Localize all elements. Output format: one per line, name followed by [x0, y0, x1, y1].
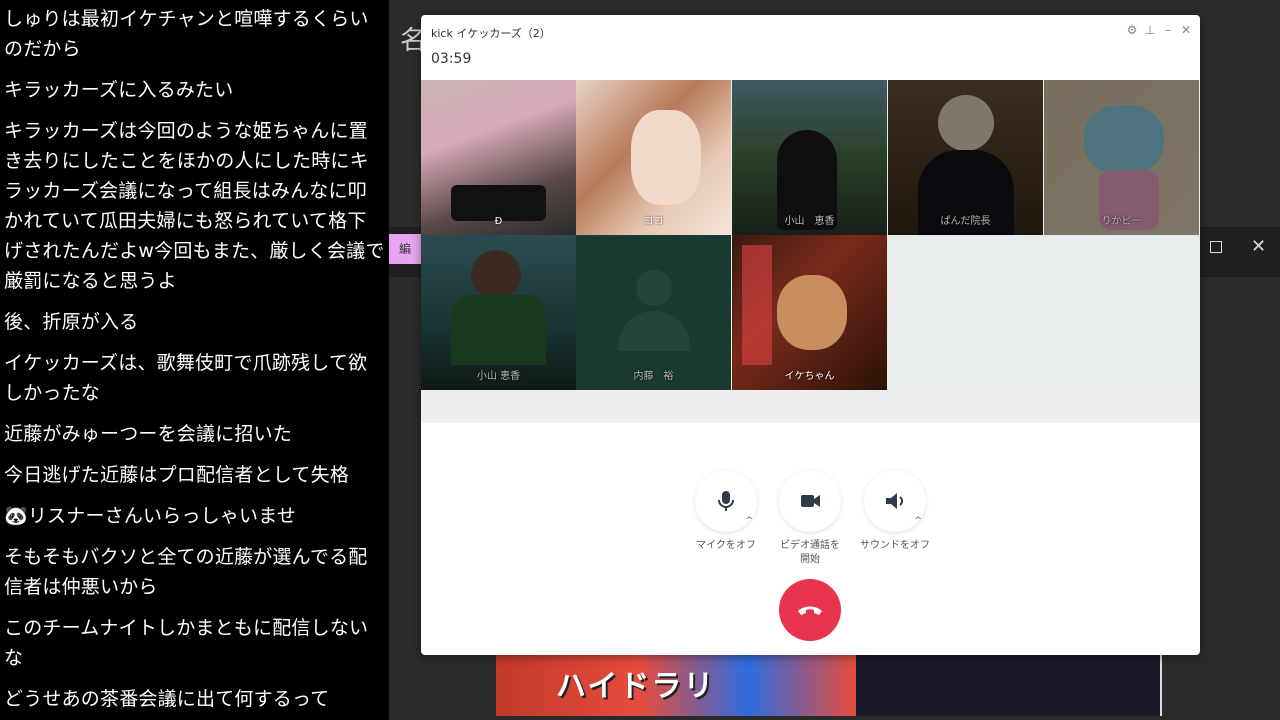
chat-message: キラッカーズに入るみたい — [4, 79, 234, 101]
call-header: kick イケッカーズ（2） 03:59 ⚙ ⊥ – ✕ — [421, 15, 1200, 79]
participant-tile[interactable]: 小山 恵香 — [732, 80, 887, 235]
window-controls: ⚙ ⊥ – ✕ — [1126, 23, 1192, 37]
chat-message: そもそもバクソと全ての近藤が選んでる配信者は仲悪いから — [4, 546, 368, 598]
phone-hangup-icon — [798, 606, 822, 615]
sound-label: サウンドをオフ — [860, 540, 930, 551]
edit-chip[interactable]: 編 — [389, 234, 421, 264]
participant-name: ぱんだ院長 — [940, 216, 991, 227]
participant-tile[interactable]: ぱんだ院長 — [888, 80, 1043, 235]
shirt-text: ハイドラリ — [556, 669, 716, 704]
chat-message: キラッカーズは今回のような姫ちゃんに置き去りにしたことをほかの人にした時にキラッ… — [4, 120, 385, 292]
video-label-line1: ビデオ通話を — [780, 540, 840, 551]
participant-name: りかピー — [1101, 216, 1142, 227]
chat-message: 近藤がみゅーつーを会議に招いた — [4, 423, 293, 445]
minimize-icon[interactable]: – — [1162, 23, 1174, 37]
video-label: ビデオ通話を 開始 — [765, 539, 855, 567]
chat-message: このチームナイトしかまともに配信しないな — [4, 617, 369, 669]
participant-name: 小山 恵香 — [784, 216, 835, 227]
pin-icon[interactable]: ⊥ — [1144, 23, 1156, 37]
participant-name: 内藤 裕 — [633, 371, 674, 382]
mic-button[interactable]: ^ — [695, 470, 757, 532]
grid-empty-row — [421, 391, 1200, 423]
participant-tile[interactable]: 小山 恵香 — [421, 235, 576, 390]
chat-panel: しゅりは最初イケチャンと喧嘩するくらいのだから キラッカーズに入るみたい キラッ… — [0, 0, 389, 720]
chat-message: イケッカーズは、歌舞伎町で爪跡残して欲しかったな — [4, 352, 368, 404]
video-camera-icon — [801, 495, 820, 507]
microphone-icon — [718, 491, 734, 511]
participant-name: 小山 恵香 — [476, 371, 521, 382]
video-label-line2: 開始 — [800, 554, 820, 565]
participant-name: Đ — [494, 216, 503, 227]
participant-name: ココ — [643, 216, 664, 227]
chevron-up-icon[interactable]: ^ — [914, 516, 922, 526]
participant-tile[interactable]: Đ — [421, 80, 576, 235]
participant-tile[interactable]: ココ — [576, 80, 731, 235]
mic-label: マイクをオフ — [696, 540, 756, 551]
chat-message: 後、折原が入る — [4, 311, 139, 333]
chat-message: 🐼リスナーさんいらっしゃいませ — [4, 505, 297, 527]
chevron-up-icon[interactable]: ^ — [745, 516, 753, 526]
close-icon[interactable]: ✕ — [1251, 238, 1266, 256]
background-video: ハイドラリ — [496, 655, 1162, 716]
call-title: kick イケッカーズ（2） — [431, 27, 551, 40]
participant-grid: Đ ココ 小山 恵香 ぱんだ院長 りかピー 小山 恵香 内藤 裕 イケちゃん — [421, 80, 1200, 423]
call-timer: 03:59 — [431, 51, 472, 67]
speaker-icon — [886, 493, 903, 509]
chat-message: 今日逃げた近藤はプロ配信者として失格 — [4, 464, 350, 486]
chat-message: しゅりは最初イケチャンと喧嘩するくらいのだから — [4, 8, 369, 60]
settings-icon[interactable]: ⚙ — [1126, 23, 1138, 37]
participant-tile[interactable]: 内藤 裕 — [576, 235, 731, 390]
chat-message: どうせあの茶番会議に出て何するって — [4, 688, 330, 710]
call-window: kick イケッカーズ（2） 03:59 ⚙ ⊥ – ✕ Đ ココ 小山 恵香 … — [421, 15, 1200, 655]
hangup-button[interactable] — [779, 579, 841, 641]
participant-tile[interactable]: イケちゃん — [732, 235, 887, 390]
participant-name: イケちゃん — [784, 371, 835, 382]
participant-tile[interactable]: りかピー — [1044, 80, 1199, 235]
video-button[interactable] — [779, 470, 841, 532]
close-icon[interactable]: ✕ — [1180, 23, 1192, 37]
maximize-icon[interactable] — [1210, 241, 1222, 253]
sound-button[interactable]: ^ — [864, 470, 926, 532]
